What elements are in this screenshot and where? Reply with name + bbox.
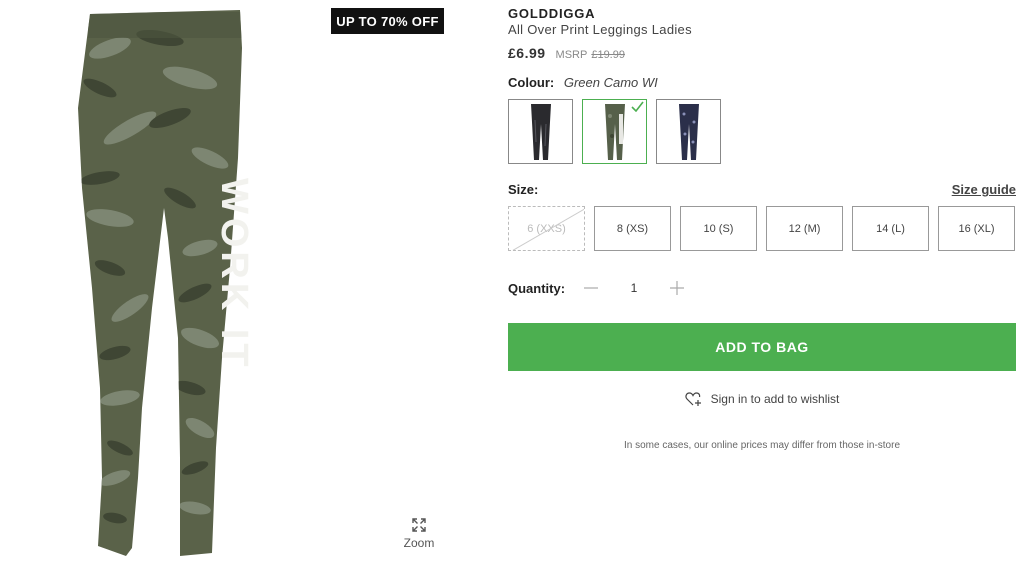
product-title: All Over Print Leggings Ladies <box>508 22 692 37</box>
swatch-leggings-image <box>604 103 625 160</box>
size-option-6-xxs[interactable]: 6 (XXS) <box>508 206 585 251</box>
msrp-label: MSRP <box>555 49 588 61</box>
swatch-leggings-image <box>530 103 551 160</box>
quantity-stepper: Quantity: 1 <box>508 277 1016 299</box>
colour-label: Colour: <box>508 75 555 90</box>
size-option-8-xs[interactable]: 8 (XS) <box>594 206 671 251</box>
product-image[interactable]: WORK IT <box>70 8 270 563</box>
checkmark-icon <box>631 101 644 112</box>
wishlist-label: Sign in to add to wishlist <box>710 392 840 406</box>
size-header: Size: Size guide <box>508 182 1016 197</box>
size-option-10-s[interactable]: 10 (S) <box>680 206 757 251</box>
swatch-leggings-image <box>678 103 699 160</box>
current-price: £6.99 <box>508 45 546 61</box>
quantity-value[interactable]: 1 <box>602 281 666 295</box>
product-image-panel: WORK IT UP TO 70% OFF Zoom <box>0 0 460 567</box>
quantity-increase-button[interactable] <box>666 277 688 299</box>
heart-plus-icon <box>685 392 701 406</box>
size-guide-link[interactable]: Size guide <box>952 182 1016 197</box>
size-label: Size: <box>508 182 539 197</box>
add-to-bag-button[interactable]: ADD TO BAG <box>508 323 1016 371</box>
quantity-decrease-button[interactable] <box>580 277 602 299</box>
zoom-label: Zoom <box>403 536 435 550</box>
colour-swatches <box>508 99 1016 164</box>
minus-icon <box>584 287 598 289</box>
price-disclaimer: In some cases, our online prices may dif… <box>623 440 901 451</box>
size-option-14-l[interactable]: 14 (L) <box>852 206 929 251</box>
colour-swatch-green-camo[interactable] <box>582 99 647 164</box>
colour-row: Colour: Green Camo WI <box>508 75 1016 90</box>
plus-icon <box>670 281 684 295</box>
msrp-price: £19.99 <box>591 49 625 61</box>
quantity-label: Quantity: <box>508 280 566 296</box>
size-option-16-xl[interactable]: 16 (XL) <box>938 206 1015 251</box>
product-details: GOLDDIGGA All Over Print Leggings Ladies… <box>508 6 1016 451</box>
leggings-print-text: WORK IT <box>213 178 255 371</box>
selected-colour: Green Camo WI <box>563 75 658 90</box>
product-brand[interactable]: GOLDDIGGA <box>508 6 1016 21</box>
expand-icon <box>412 518 426 532</box>
colour-swatch-navy[interactable] <box>656 99 721 164</box>
colour-swatch-black[interactable] <box>508 99 573 164</box>
size-option-12-m[interactable]: 12 (M) <box>766 206 843 251</box>
wishlist-link[interactable]: Sign in to add to wishlist <box>508 391 1016 407</box>
price-row: £6.99 MSRP £19.99 <box>508 45 1016 61</box>
promo-badge: UP TO 70% OFF <box>331 8 444 34</box>
zoom-button[interactable]: Zoom <box>396 518 442 550</box>
size-options: 6 (XXS) 8 (XS) 10 (S) 12 (M) 14 (L) 16 (… <box>508 206 1016 251</box>
